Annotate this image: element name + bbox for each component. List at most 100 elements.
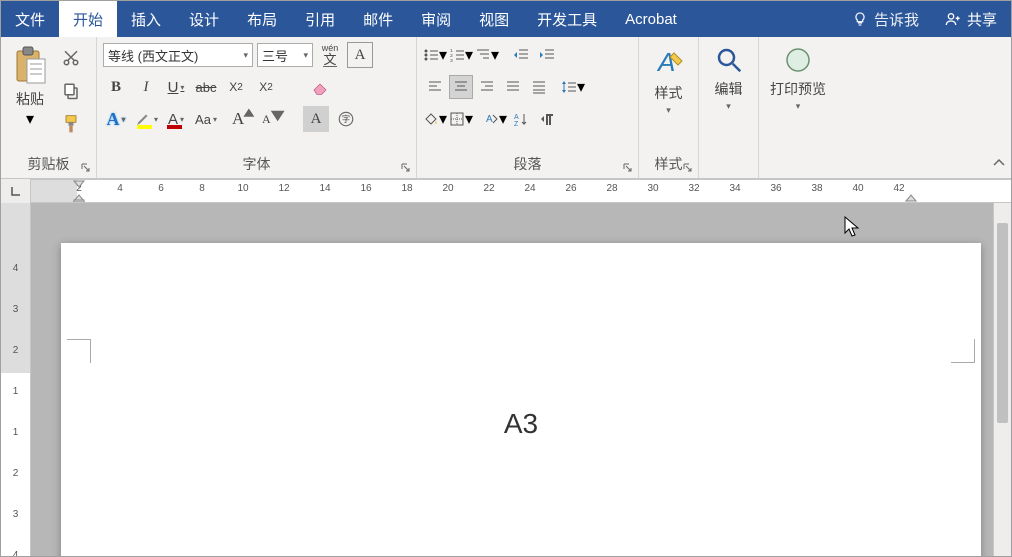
font-launcher[interactable] [399,161,413,175]
editing-button[interactable]: 编辑 ▾ [714,41,744,112]
ruler-h-label: 24 [524,183,535,194]
menu-developer[interactable]: 开发工具 [523,1,611,37]
menu-insert[interactable]: 插入 [117,1,175,37]
menu-layout[interactable]: 布局 [233,1,291,37]
down-arrow-icon [269,107,286,125]
chevron-down-icon: ▾ [439,109,447,129]
chevron-down-icon: ▾ [499,109,507,129]
chevron-down-icon: ▾ [439,45,447,65]
share-person-icon [945,11,961,27]
right-indent-marker[interactable] [905,192,917,202]
scrollbar-thumb[interactable] [997,223,1008,423]
borders-button[interactable]: ▾ [449,107,473,131]
collapse-ribbon-button[interactable] [991,155,1007,176]
hanging-indent-marker[interactable] [73,192,85,202]
multilevel-list-button[interactable]: ▾ [475,43,499,67]
first-line-indent-marker[interactable] [73,180,85,188]
font-color-button[interactable]: A ▾ [163,106,189,132]
chevron-down-icon: ▾ [180,83,184,92]
share-button[interactable]: 共享 [931,1,1011,37]
launcher-icon [623,163,633,173]
align-center-button[interactable] [449,75,473,99]
superscript-button[interactable]: X2 [253,74,279,100]
numbering-button[interactable]: 123▾ [449,43,473,67]
underline-button[interactable]: U▾ [163,74,189,100]
align-left-button[interactable] [423,75,447,99]
lightbulb-icon [852,11,868,27]
vertical-ruler[interactable]: 43211234 [1,203,31,556]
format-painter-button[interactable] [57,110,85,138]
highlight-button[interactable]: ▾ [133,106,159,132]
margin-corner-tr [951,339,975,363]
page[interactable]: A3 [61,243,981,556]
margin-corner-tl [67,339,91,363]
sort-button[interactable]: AZ [509,107,533,131]
menu-home[interactable]: 开始 [59,1,117,37]
bullets-button[interactable]: ▾ [423,43,447,67]
paste-dropdown-icon: ▾ [26,109,34,129]
outdent-icon [513,47,529,63]
subscript-button[interactable]: X2 [223,74,249,100]
ruler-h-label: 10 [237,183,248,194]
chevron-down-icon: ▾ [154,115,158,124]
strikethrough-button[interactable]: abc [193,74,219,100]
print-preview-button[interactable]: 打印预览 ▾ [770,41,826,112]
shading-button[interactable]: ▾ [423,107,447,131]
menu-bar: 文件 开始 插入 设计 布局 引用 邮件 审阅 视图 开发工具 Acrobat … [1,1,1011,37]
decrease-indent-button[interactable] [509,43,533,67]
asian-layout-button[interactable]: A▾ [483,107,507,131]
document-scroll[interactable]: A3 [31,203,1011,556]
ribbon: 粘贴 ▾ 剪贴板 等线 (西文正文)▾ [1,37,1011,179]
ruler-v-label: 3 [13,304,19,315]
align-justify-button[interactable] [501,75,525,99]
menu-mailings[interactable]: 邮件 [349,1,407,37]
grow-font-button[interactable]: A [231,106,257,132]
italic-button[interactable]: I [133,74,159,100]
phonetic-guide-button[interactable]: wén 文 [317,42,343,68]
increase-indent-button[interactable] [535,43,559,67]
tell-me-search[interactable]: 告诉我 [840,1,931,37]
tab-selector[interactable] [1,179,31,203]
styles-button[interactable]: A 样式 ▾ [652,41,686,116]
launcher-icon [401,163,411,173]
clear-formatting-button[interactable] [307,74,333,100]
text-effects-button[interactable]: A▾ [103,106,129,132]
copy-button[interactable] [57,77,85,105]
paragraph-launcher[interactable] [621,161,635,175]
line-spacing-button[interactable]: ▾ [561,75,585,99]
print-preview-label: 打印预览 [770,79,826,99]
menu-review[interactable]: 审阅 [407,1,465,37]
bullets-icon [423,47,439,63]
cut-button[interactable] [57,44,85,72]
group-styles: A 样式 ▾ 样式 [639,37,699,178]
menu-acrobat[interactable]: Acrobat [611,1,691,37]
font-name-combo[interactable]: 等线 (西文正文)▾ [103,43,253,67]
menu-file[interactable]: 文件 [1,1,59,37]
chevron-up-icon [991,155,1007,171]
svg-text:字: 字 [342,114,350,124]
menu-references[interactable]: 引用 [291,1,349,37]
horizontal-ruler[interactable]: 24681012141618202224262830323436384042 [31,179,1011,203]
ruler-h-label: 28 [606,183,617,194]
show-marks-button[interactable] [535,107,559,131]
align-distributed-button[interactable] [527,75,551,99]
vertical-scrollbar[interactable] [993,203,1011,556]
indent-icon [539,47,555,63]
clipboard-launcher[interactable] [79,161,93,175]
align-right-button[interactable] [475,75,499,99]
menu-design[interactable]: 设计 [175,1,233,37]
chevron-down-icon: ▾ [303,50,308,61]
char-shading-button[interactable]: A [303,106,329,132]
char-border-button[interactable]: A [347,42,373,68]
chevron-down-icon: ▾ [465,109,473,129]
bold-button[interactable]: B [103,74,129,100]
enclose-char-button[interactable]: 字 [333,106,359,132]
paste-button[interactable]: 粘贴 ▾ [7,41,53,141]
shrink-font-button[interactable]: A [261,106,287,132]
line-spacing-icon [561,79,577,95]
multilevel-icon [475,47,491,63]
font-size-combo[interactable]: 三号▾ [257,43,313,67]
menu-view[interactable]: 视图 [465,1,523,37]
styles-launcher[interactable] [681,161,695,175]
change-case-button[interactable]: Aa▾ [193,106,219,132]
